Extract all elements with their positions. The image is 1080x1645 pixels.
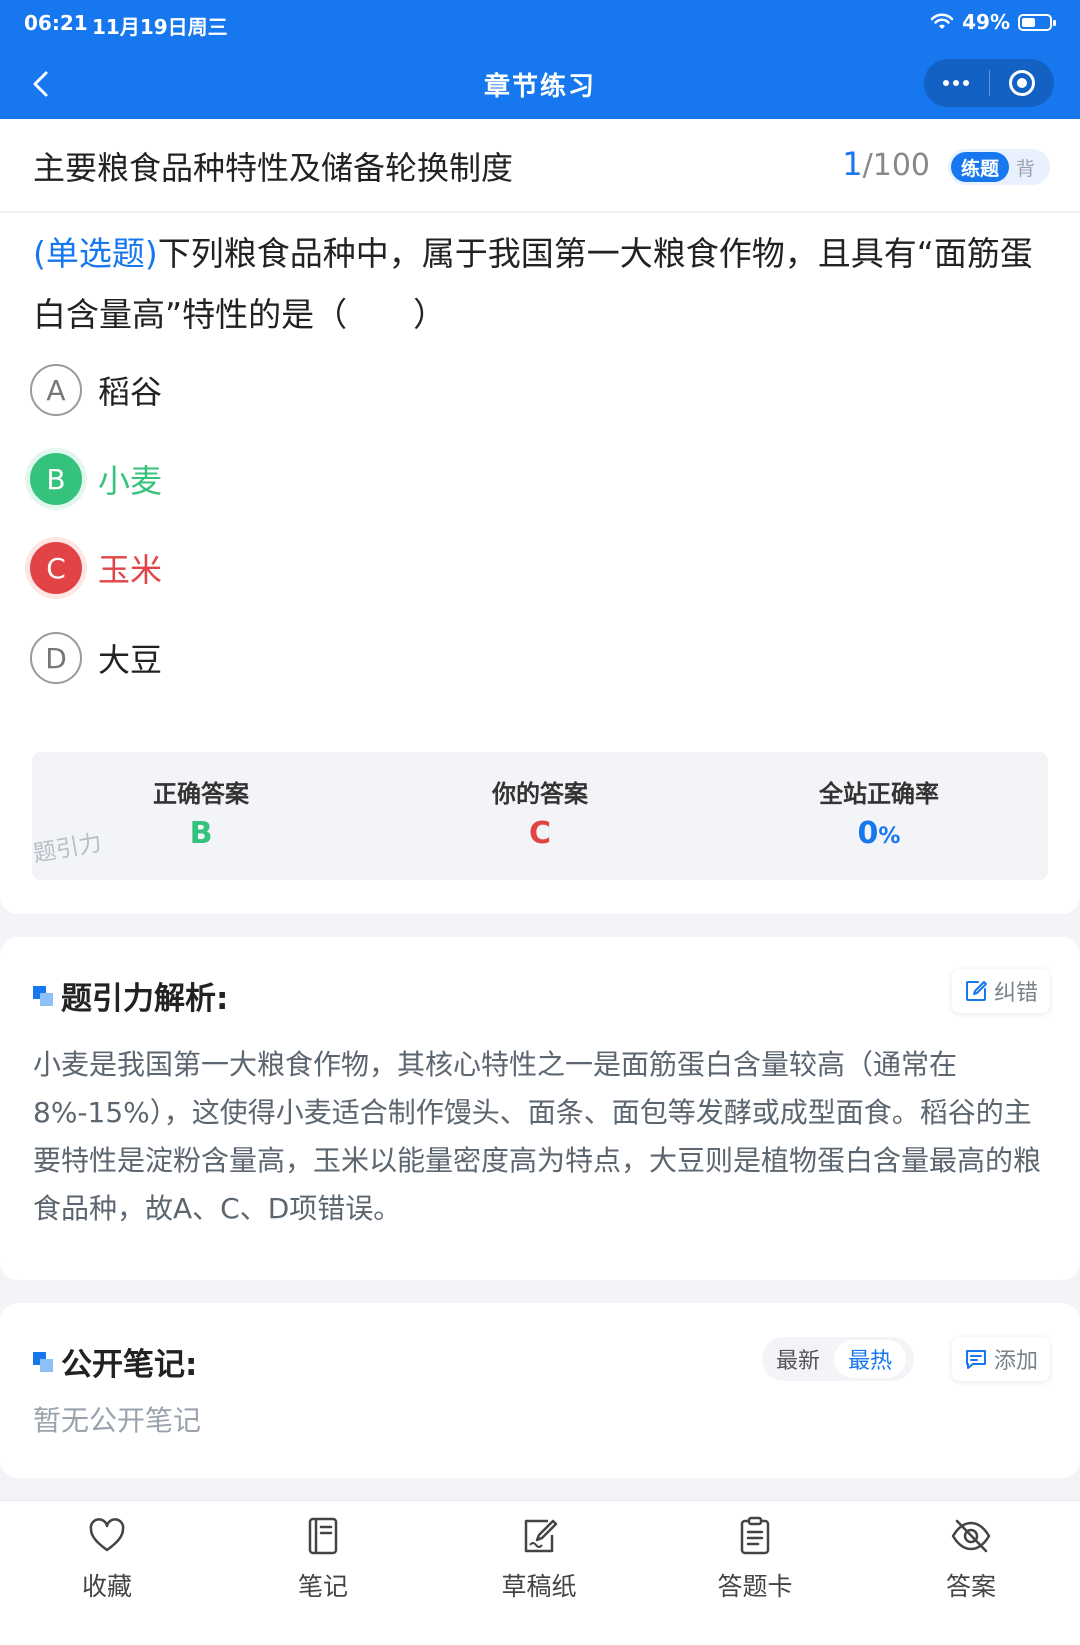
answer-sheet-label: 答题卡 <box>717 1572 793 1601</box>
accuracy-number: 0 <box>857 816 879 851</box>
mode-memorize[interactable]: 背 <box>1016 154 1035 181</box>
empty-notes-text: 暂无公开笔记 <box>33 1404 202 1437</box>
close-miniprogram-button[interactable] <box>990 59 1055 107</box>
option-text: 玉米 <box>98 551 163 589</box>
draft-pen-icon <box>524 1519 558 1553</box>
option-text: 稻谷 <box>98 373 163 411</box>
notes-label: 笔记 <box>297 1572 348 1601</box>
mode-practice[interactable]: 练题 <box>951 152 1010 182</box>
nav-bar: 章节练习 <box>0 52 1080 116</box>
edit-icon <box>965 981 987 1001</box>
analysis-card: 题引力解析: 纠错 小麦是我国第一大粮食作物，其核心特性之一是面筋蛋白含量较高（… <box>0 937 1080 1280</box>
option-c[interactable]: C 玉米 <box>30 541 162 595</box>
question-card: 主要粮食品种特性及储备轮换制度 1/100 练题 背 (单选题)下列粮食品种中，… <box>0 119 1080 914</box>
draft-paper-label: 草稿纸 <box>501 1572 577 1601</box>
page-title: 章节练习 <box>483 72 596 102</box>
notes-title: 公开笔记: <box>33 1339 197 1384</box>
question-stem: (单选题)下列粮食品种中，属于我国第一大粮食作物，且具有“面筋蛋白含量高”特性的… <box>33 223 1053 345</box>
your-answer-value: C <box>528 816 552 851</box>
bottom-toolbar: 收藏 笔记 草稿纸 答题卡 答案 <box>0 1500 1080 1645</box>
status-right: 49% <box>930 10 1056 34</box>
clipboard-icon <box>740 1516 770 1555</box>
sort-newest-button[interactable]: 最新 <box>762 1340 834 1378</box>
option-letter: B <box>30 453 82 505</box>
option-a[interactable]: A 稻谷 <box>30 363 162 417</box>
notes-sort-toggle: 最新 最热 <box>762 1337 914 1381</box>
option-b[interactable]: B 小麦 <box>30 452 162 506</box>
question-text: 下列粮食品种中，属于我国第一大粮食作物，且具有“面筋蛋白含量高”特性的是（ ） <box>33 234 1033 334</box>
analysis-title: 题引力解析: <box>33 973 228 1018</box>
question-progress: 1/100 <box>842 145 930 183</box>
your-answer-label: 你的答案 <box>492 780 588 808</box>
analysis-text: 小麦是我国第一大粮食作物，其核心特性之一是面筋蛋白含量较高（通常在8%-15%）… <box>33 1048 1042 1225</box>
report-error-button[interactable]: 纠错 <box>951 969 1050 1013</box>
draft-paper-button[interactable]: 草稿纸 <box>464 1515 614 1615</box>
section-marker-icon <box>33 985 53 1006</box>
progress-total: /100 <box>862 148 930 183</box>
analysis-title-text: 题引力解析: <box>61 981 229 1017</box>
status-time: 06:21 <box>24 11 88 35</box>
status-bar: 06:21 11月19日周三 49% <box>0 0 1080 48</box>
battery-percent: 49% <box>962 10 1010 34</box>
sort-hottest-button[interactable]: 最热 <box>834 1340 907 1378</box>
add-comment-icon <box>965 1350 986 1369</box>
chapter-title: 主要粮食品种特性及储备轮换制度 <box>33 149 514 187</box>
public-notes-card: 公开笔记: 最新 最热 添加 暂无公开笔记 <box>0 1303 1080 1478</box>
battery-level <box>1022 17 1035 27</box>
option-text: 大豆 <box>98 641 163 679</box>
mini-program-capsule <box>924 59 1054 107</box>
answer-sheet-button[interactable]: 答题卡 <box>680 1515 830 1615</box>
status-date: 11月19日周三 <box>92 15 228 39</box>
notes-title-text: 公开笔记: <box>61 1347 198 1383</box>
answer-result-panel: 正确答案 B 你的答案 C 全站正确率 0% <box>32 752 1048 880</box>
accuracy-unit: % <box>878 824 901 849</box>
option-text: 小麦 <box>98 462 163 500</box>
favorite-button[interactable]: 收藏 <box>32 1515 182 1615</box>
option-letter: D <box>30 632 82 684</box>
your-answer-col: 你的答案 C <box>371 752 709 880</box>
accuracy-value: 0% <box>710 816 1048 851</box>
accuracy-label: 全站正确率 <box>819 780 939 808</box>
heart-icon <box>89 1518 125 1552</box>
notes-button[interactable]: 笔记 <box>248 1515 398 1615</box>
battery-icon <box>1018 13 1056 31</box>
progress-current: 1 <box>842 145 863 183</box>
notebook-icon <box>308 1517 338 1555</box>
section-marker-icon <box>33 1351 53 1372</box>
option-letter: C <box>30 542 82 594</box>
option-letter: A <box>30 364 82 416</box>
app-header: 06:21 11月19日周三 49% 章节练习 <box>0 0 1080 119</box>
add-note-label: 添加 <box>993 1349 1038 1374</box>
favorite-label: 收藏 <box>81 1572 132 1601</box>
question-type: (单选题) <box>33 234 158 273</box>
chapter-row: 主要粮食品种特性及储备轮换制度 1/100 练题 背 <box>0 119 1080 213</box>
eye-off-icon <box>951 1519 991 1553</box>
answer-toggle-button[interactable]: 答案 <box>896 1515 1046 1615</box>
add-note-button[interactable]: 添加 <box>951 1337 1050 1381</box>
target-icon <box>1008 70 1035 96</box>
accuracy-col: 全站正确率 0% <box>710 752 1048 880</box>
more-dots-icon <box>943 80 970 86</box>
report-error-label: 纠错 <box>993 981 1038 1006</box>
correct-answer-col: 正确答案 B <box>32 752 370 880</box>
wifi-icon <box>930 13 954 29</box>
answer-toggle-label: 答案 <box>945 1572 996 1601</box>
correct-answer-label: 正确答案 <box>153 780 249 808</box>
option-d[interactable]: D 大豆 <box>30 631 162 685</box>
mode-toggle[interactable]: 练题 背 <box>948 149 1050 185</box>
more-button[interactable] <box>924 59 989 107</box>
